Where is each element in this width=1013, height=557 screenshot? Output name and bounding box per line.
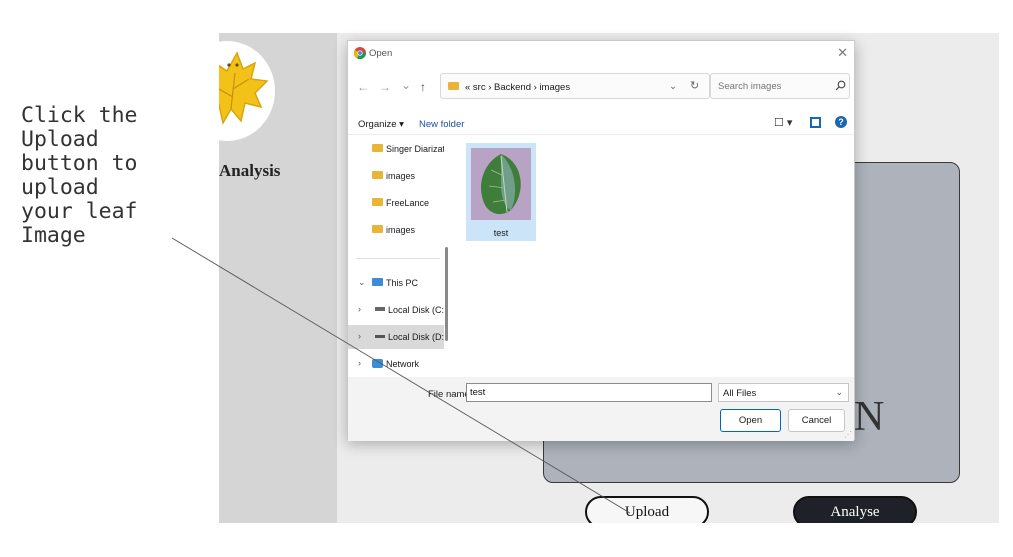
filename-field[interactable]: ⌄	[466, 383, 828, 404]
help-icon[interactable]: ?	[835, 116, 847, 128]
dialog-titlebar: Open ✕	[348, 41, 854, 65]
breadcrumb[interactable]: « src › Backend › images	[465, 82, 570, 93]
dialog-navbar: ← → ⌄ ↑ « src › Backend › images ⌄ ↻	[348, 69, 854, 103]
chrome-icon	[354, 47, 366, 59]
chevron-down-icon[interactable]: ⌄	[358, 277, 366, 288]
filename-input[interactable]	[470, 387, 690, 398]
folder-icon	[372, 225, 383, 233]
nav-item-local-disk-c[interactable]: › Local Disk (C:)	[348, 298, 444, 322]
leaf-image-thumbnail	[471, 148, 531, 220]
dialog-toolbar: Organize ▾ New folder ☐ ▾ ?	[348, 111, 854, 135]
chevron-down-icon[interactable]: ⌄	[669, 81, 677, 92]
nav-item-label: images	[386, 225, 416, 235]
maple-leaf-icon	[219, 51, 269, 126]
file-type-value: All Files	[723, 388, 757, 399]
dialog-footer: File name: ⌄ All Files ⌄ Open Cancel ⋰	[348, 377, 854, 441]
folder-icon	[372, 198, 383, 206]
network-icon	[372, 359, 383, 368]
nav-item-label: Local Disk (C:)	[388, 305, 444, 315]
nav-item-singer-diarization[interactable]: Singer Diarizatic	[348, 137, 444, 161]
navigation-pane: Singer Diarizatic images FreeLance image…	[348, 137, 450, 377]
nav-item-label: FreeLance	[386, 198, 430, 208]
drive-icon	[375, 307, 385, 311]
monitor-icon	[372, 278, 383, 286]
chevron-down-icon[interactable]: ⌄	[835, 387, 843, 398]
nav-item-label: This PC	[386, 278, 419, 288]
file-item[interactable]: test	[466, 143, 536, 241]
refresh-icon[interactable]: ↻	[690, 79, 699, 92]
divider	[356, 258, 440, 259]
upload-button[interactable]: Upload	[585, 496, 709, 523]
file-list: test	[454, 137, 854, 377]
recent-locations-icon[interactable]: ⌄	[401, 78, 411, 92]
tutorial-annotation: Click the Upload button to upload your l…	[21, 103, 138, 248]
leaf-logo	[219, 41, 275, 141]
search-icon[interactable]	[835, 80, 846, 91]
nav-scrollbar[interactable]	[445, 247, 448, 341]
folder-icon	[372, 144, 383, 152]
preview-text: N	[854, 394, 885, 440]
preview-pane-icon[interactable]	[810, 117, 821, 128]
leaf-thumbnail-graphic	[471, 148, 531, 220]
analyse-button[interactable]: Analyse	[793, 496, 917, 523]
organize-menu[interactable]: Organize ▾	[358, 119, 404, 130]
nav-item-local-disk-d[interactable]: › Local Disk (D:)	[348, 325, 444, 349]
folder-icon	[372, 171, 383, 179]
cancel-button[interactable]: Cancel	[788, 409, 845, 432]
nav-item-this-pc[interactable]: ⌄ This PC	[348, 271, 444, 295]
chevron-right-icon[interactable]: ›	[358, 358, 361, 368]
address-bar[interactable]: « src › Backend › images ⌄ ↻	[440, 73, 710, 99]
file-name: test	[493, 228, 509, 238]
app-title: Analysis	[219, 161, 281, 180]
nav-item-network[interactable]: › Network	[348, 352, 444, 376]
up-arrow-icon[interactable]: ↑	[420, 80, 426, 94]
drive-icon	[375, 335, 385, 338]
nav-item-images-2[interactable]: images	[348, 218, 444, 242]
file-open-dialog: Open ✕ ← → ⌄ ↑ « src › Backend › images …	[347, 40, 855, 441]
folder-icon	[448, 82, 459, 90]
app-sidebar: Analysis	[219, 33, 337, 523]
file-type-select[interactable]: All Files ⌄	[718, 383, 849, 402]
chevron-right-icon[interactable]: ›	[358, 331, 361, 341]
forward-arrow-icon[interactable]: →	[379, 80, 391, 94]
search-box[interactable]	[710, 73, 850, 99]
nav-item-label: Network	[386, 359, 420, 369]
nav-item-images[interactable]: images	[348, 164, 444, 188]
nav-item-label: images	[386, 171, 416, 181]
back-arrow-icon[interactable]: ←	[357, 80, 369, 94]
nav-item-label: Local Disk (D:)	[388, 332, 444, 342]
open-button[interactable]: Open	[720, 409, 781, 432]
new-folder-button[interactable]: New folder	[419, 119, 464, 130]
view-options-icon[interactable]: ☐ ▾	[774, 116, 792, 129]
resize-grip-icon[interactable]: ⋰	[844, 430, 852, 439]
chevron-right-icon[interactable]: ›	[358, 304, 361, 314]
nav-item-freelance[interactable]: FreeLance	[348, 191, 444, 215]
search-input[interactable]	[718, 81, 828, 92]
dialog-title: Open	[369, 48, 393, 59]
close-icon[interactable]: ✕	[837, 45, 848, 61]
nav-item-label: Singer Diarizatic	[386, 144, 444, 154]
